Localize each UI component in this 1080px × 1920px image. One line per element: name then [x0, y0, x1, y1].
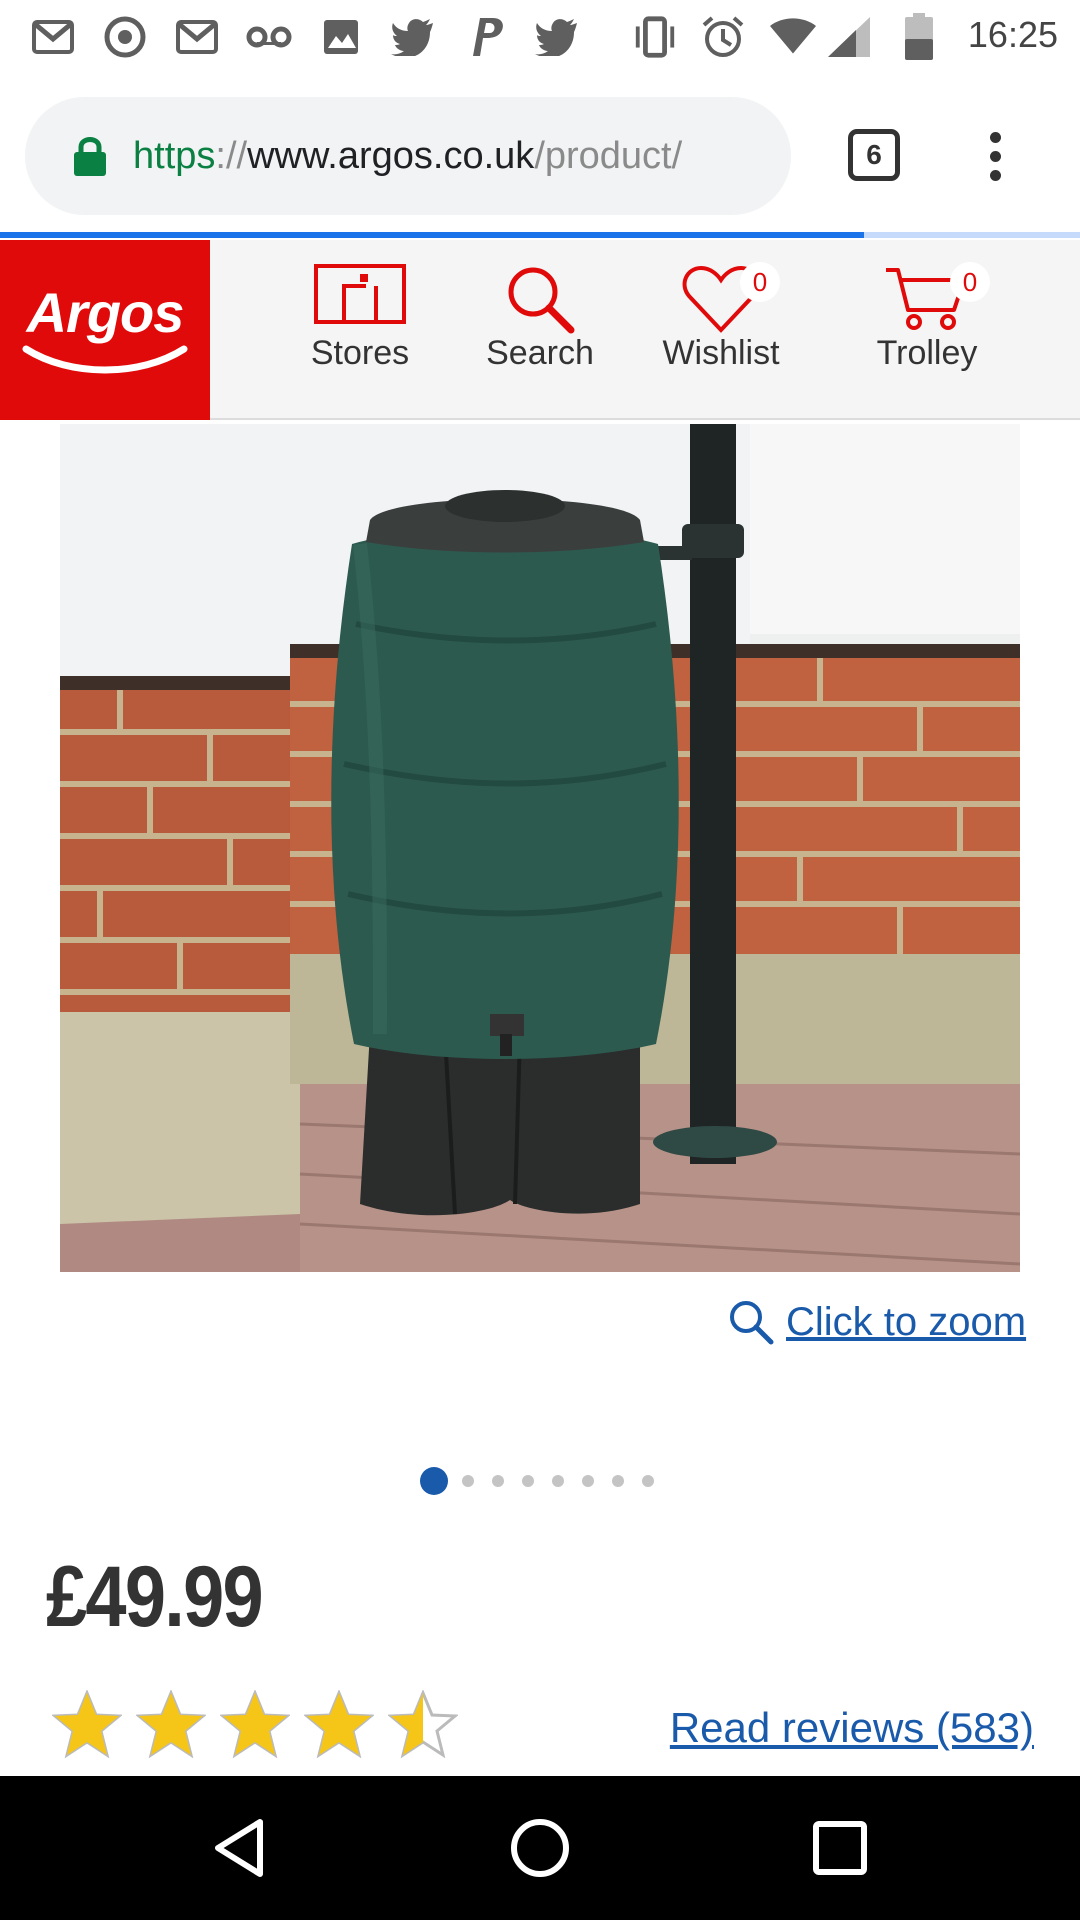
tab-switcher-button[interactable]: 6 [848, 129, 900, 181]
image-carousel-indicator[interactable] [420, 1466, 672, 1496]
star-icon [388, 1690, 458, 1759]
address-bar[interactable]: https://www.argos.co.uk/product/ [25, 97, 791, 215]
star-icon [304, 1690, 374, 1759]
nav-stores-label: Stores [310, 334, 410, 372]
browser-toolbar: https://www.argos.co.uk/product/ 6 [0, 75, 1080, 238]
carousel-dot[interactable] [612, 1475, 624, 1487]
wifi-icon [770, 14, 816, 60]
alarm-icon [700, 14, 746, 60]
system-nav-bar [0, 1776, 1080, 1920]
logo-swoosh [22, 345, 188, 373]
argos-logo[interactable]: Argos [0, 240, 210, 420]
lock-icon [73, 136, 107, 176]
page-load-progress-fill [0, 232, 864, 238]
zoom-link[interactable]: Click to zoom [728, 1296, 1026, 1348]
signal-icon [826, 14, 872, 60]
logo-text: Argos [26, 280, 185, 344]
zoom-link-label: Click to zoom [786, 1299, 1027, 1344]
recents-icon[interactable] [808, 1816, 872, 1880]
gmail-icon [174, 14, 220, 60]
url-separator: :// [215, 134, 248, 177]
nav-search-label: Search [486, 334, 594, 372]
gmail-icon [30, 14, 76, 60]
url-path: /product/ [534, 134, 683, 177]
voicemail-icon [246, 14, 292, 60]
nav-wishlist-label: Wishlist [662, 334, 780, 372]
chrome-icon [102, 14, 148, 60]
paypal-icon [462, 14, 508, 60]
read-reviews-link[interactable]: Read reviews (583) [670, 1704, 1034, 1752]
clock: 16:25 [967, 14, 1058, 55]
search-icon [508, 267, 575, 334]
status-bar: 16:25 [0, 0, 1080, 75]
carousel-dot[interactable] [582, 1475, 594, 1487]
star-icon [136, 1690, 206, 1759]
magnifier-icon [730, 1301, 774, 1345]
twitter-icon [534, 14, 580, 60]
home-icon[interactable] [508, 1816, 572, 1880]
carousel-dot[interactable] [552, 1475, 564, 1487]
url-text: https://www.argos.co.uk/product/ [133, 135, 682, 178]
image-icon [318, 14, 364, 60]
twitter-icon [390, 14, 436, 60]
carousel-dot[interactable] [492, 1475, 504, 1487]
star-icon [220, 1690, 290, 1759]
carousel-dot[interactable] [522, 1475, 534, 1487]
wishlist-count-badge: 0 [740, 262, 780, 302]
vibrate-icon [632, 14, 678, 60]
tab-count: 6 [866, 139, 882, 170]
nav-trolley-label: Trolley [876, 334, 978, 372]
nav-trolley[interactable]: 0 Trolley [862, 262, 992, 404]
star-icon [52, 1690, 122, 1759]
nav-search[interactable]: Search [478, 264, 602, 404]
battery-icon [896, 13, 942, 60]
url-host: www.argos.co.uk [247, 134, 535, 177]
site-header: Argos Stores Search 0 Wishlist 0 Trolley [0, 240, 1080, 420]
nav-stores[interactable]: Stores [300, 264, 420, 404]
product-price: £49.99 [46, 1549, 264, 1645]
page-load-progress [0, 232, 1080, 238]
store-icon [314, 264, 406, 324]
carousel-dot[interactable] [462, 1475, 474, 1487]
product-image[interactable] [60, 424, 1020, 1272]
carousel-dot[interactable] [642, 1475, 654, 1487]
trolley-count-badge: 0 [950, 262, 990, 302]
url-scheme: https [133, 134, 216, 177]
nav-wishlist[interactable]: 0 Wishlist [656, 262, 786, 404]
carousel-dot[interactable] [420, 1467, 448, 1495]
back-icon[interactable] [210, 1816, 274, 1880]
star-rating [52, 1690, 472, 1760]
overflow-menu-button[interactable] [980, 127, 1010, 187]
